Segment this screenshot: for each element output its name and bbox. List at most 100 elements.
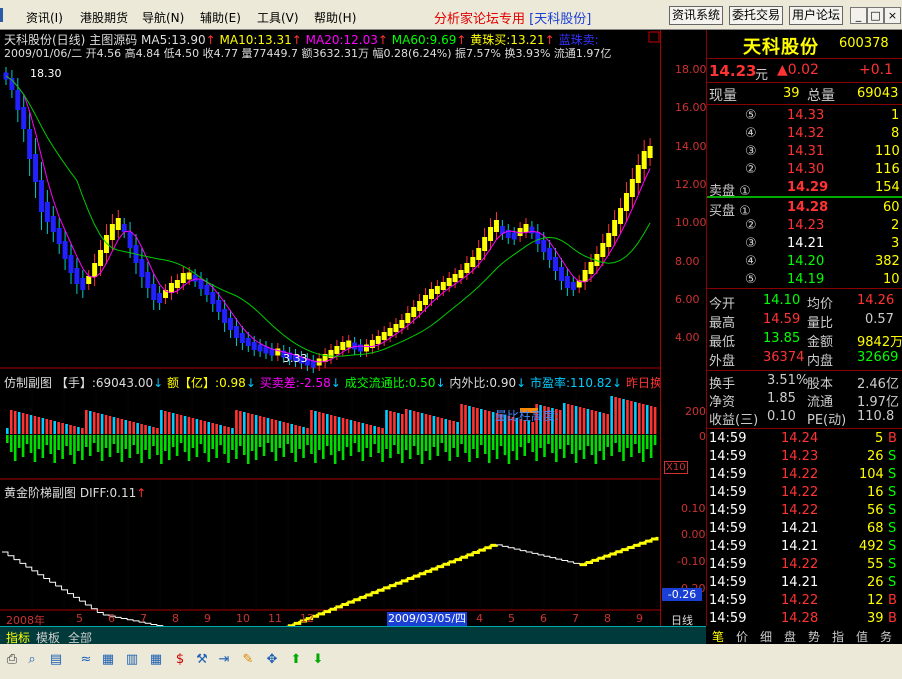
volume-bar — [622, 399, 625, 434]
flow-bar — [179, 435, 183, 443]
volume-bar — [456, 422, 459, 434]
flow-bar — [511, 435, 515, 451]
detail-tab[interactable]: 指 — [832, 628, 844, 645]
grid-icon[interactable]: ▦ — [148, 652, 164, 668]
menu-assist[interactable]: 辅助(E) — [200, 9, 241, 26]
tab-template[interactable]: 模板 — [36, 629, 60, 646]
candle — [612, 220, 618, 236]
vol-liq: 成交流通比:0.50 — [344, 376, 436, 390]
flow-bar — [171, 435, 175, 447]
volume-bar — [215, 424, 218, 434]
y-axis-panel: 18.00 16.00 14.00 12.00 10.00 8.00 6.00 4.00 20… — [660, 30, 720, 627]
menu-tools[interactable]: 工具(V) — [257, 9, 299, 26]
flow-bar — [653, 435, 657, 445]
candle — [618, 208, 624, 224]
tick-volume: 39 — [867, 611, 884, 626]
tick-time: 14:59 — [709, 521, 747, 536]
menu-help[interactable]: 帮助(H) — [314, 9, 356, 26]
candle — [553, 257, 559, 271]
info-system-button[interactable]: 资讯系统 — [669, 6, 723, 25]
tick-price: 14.21 — [781, 575, 819, 590]
x-month-label: 5 — [508, 612, 515, 625]
export-icon[interactable]: ⇥ — [216, 652, 232, 668]
flow-bar — [527, 435, 530, 443]
vol-multiplier[interactable]: X10 — [664, 461, 688, 474]
x-month-label: 12 — [300, 612, 314, 625]
volume-bar — [341, 418, 345, 434]
move-icon[interactable]: ✥ — [264, 652, 280, 668]
candle — [44, 202, 50, 222]
dollar-icon[interactable]: $ — [172, 652, 188, 668]
candle — [38, 180, 44, 212]
total-vol-label: 总量 — [807, 88, 835, 104]
restore-icon[interactable]: □ — [867, 7, 884, 24]
rsi-icon[interactable]: ▦ — [100, 652, 116, 668]
flow-bar — [440, 435, 444, 443]
volume-bar — [562, 403, 566, 434]
bid-level: ② — [745, 218, 757, 233]
detail-tab[interactable]: 盘 — [784, 628, 796, 645]
flow-bar — [389, 435, 392, 458]
candle — [523, 224, 529, 232]
volume-bar — [361, 423, 365, 434]
candle — [529, 226, 535, 234]
trade-button[interactable]: 委托交易 — [729, 6, 783, 25]
chart-area[interactable]: 天科股份(日线) 主图源码 MA5:13.90↑ MA10:13.31↑ MA2… — [0, 30, 674, 644]
diff-panel-title: 黄金阶梯副图 — [4, 486, 77, 500]
forum-button[interactable]: 用户论坛 — [789, 6, 843, 25]
fin-value-2: 2.46亿 — [857, 377, 899, 392]
ei-icon[interactable]: ▤ — [48, 652, 64, 668]
candle — [393, 324, 399, 332]
candle — [27, 129, 33, 159]
zoom-icon[interactable]: ⌕ — [24, 652, 40, 668]
tab-indicator[interactable]: 指标 — [6, 629, 30, 646]
flow-bar — [476, 435, 479, 458]
flow-bar — [156, 435, 159, 455]
candle — [174, 280, 180, 288]
detail-tab[interactable]: 务 — [880, 628, 892, 645]
volume-bar — [404, 409, 408, 434]
flow-bar — [33, 435, 37, 462]
tick-time: 14:59 — [709, 539, 747, 554]
menu-info[interactable]: 资讯(I) — [26, 9, 63, 26]
detail-tab[interactable]: 势 — [808, 628, 820, 645]
detail-tab[interactable]: 细 — [760, 628, 772, 645]
stat-value: 14.59 — [763, 312, 801, 327]
ask-volume: 8 — [891, 126, 900, 141]
volume-bar — [590, 410, 594, 434]
volume-bar — [345, 419, 349, 434]
flow-bar — [519, 435, 523, 447]
flow-bar — [322, 435, 325, 459]
flow-bar — [298, 435, 301, 449]
detail-tab[interactable]: 值 — [856, 628, 868, 645]
bid-volume: 10 — [883, 272, 900, 287]
flow-bar — [329, 435, 333, 455]
close-icon[interactable]: × — [884, 7, 901, 24]
volume-bar — [566, 404, 570, 434]
tab-all[interactable]: 全部 — [68, 629, 92, 646]
menu-navigate[interactable]: 导航(N) — [142, 9, 184, 26]
chart-icon[interactable]: ≈ — [78, 652, 94, 668]
minimize-icon[interactable]: _ — [850, 7, 867, 24]
tick-volume: 26 — [867, 449, 884, 464]
detail-tab[interactable]: 价 — [736, 628, 748, 645]
volume-bar — [73, 426, 76, 434]
y-tick: 12.00 — [675, 177, 707, 191]
tool-icon[interactable]: ⚒ — [194, 652, 210, 668]
fin-value: 3.51% — [767, 373, 809, 388]
ruler-icon[interactable]: ▥ — [124, 652, 140, 668]
menu-hk-futures[interactable]: 港股期货 — [80, 9, 128, 26]
ask-level: ② — [745, 162, 757, 177]
candle — [21, 107, 27, 129]
pencil-icon[interactable]: ✎ — [240, 652, 256, 668]
down-icon[interactable]: ⬇ — [310, 652, 326, 668]
print-icon[interactable]: ⎙ — [4, 652, 20, 668]
up-icon[interactable]: ⬆ — [288, 652, 304, 668]
detail-tab[interactable]: 笔 — [712, 628, 724, 645]
volume-bar — [653, 407, 657, 434]
tick-volume: 104 — [859, 467, 884, 482]
volume-bar — [314, 411, 317, 434]
tick-side: S — [888, 503, 897, 518]
volume-bar — [322, 413, 325, 434]
flow-bar — [152, 435, 155, 446]
